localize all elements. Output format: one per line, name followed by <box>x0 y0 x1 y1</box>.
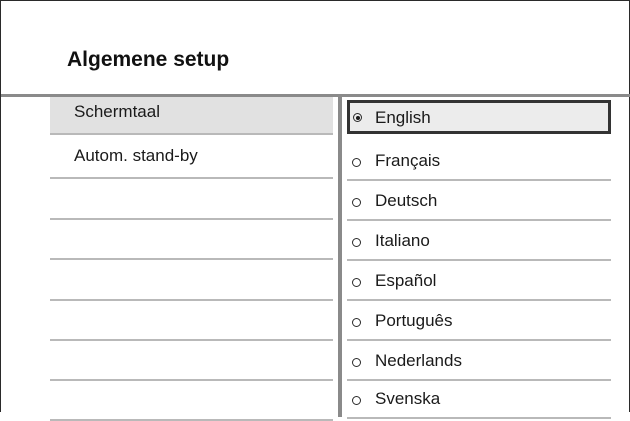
language-option-label: English <box>375 108 431 127</box>
radio-unchecked-icon <box>352 358 361 367</box>
page-title: Algemene setup <box>67 48 230 71</box>
radio-unchecked-icon <box>352 318 361 327</box>
language-option-label: Français <box>375 151 441 170</box>
radio-unchecked-icon <box>352 198 361 207</box>
language-option-label: Nederlands <box>375 351 462 370</box>
language-option-nederlands[interactable]: Nederlands <box>347 341 611 381</box>
menu-item-empty <box>50 303 333 341</box>
language-option-deutsch[interactable]: Deutsch <box>347 181 611 221</box>
language-option-english[interactable]: English <box>347 100 611 134</box>
language-option-label: Português <box>375 311 453 330</box>
radio-unchecked-icon <box>352 396 361 405</box>
menu-item-empty <box>50 222 333 260</box>
column-divider <box>338 97 342 417</box>
menu-item-empty <box>50 383 333 421</box>
language-option-svenska[interactable]: Svenska <box>347 379 611 419</box>
menu-item-empty <box>50 182 333 220</box>
menu-item-autom-stand-by[interactable]: Autom. stand-by <box>50 141 333 179</box>
menu-item-schermtaal[interactable]: Schermtaal <box>50 97 333 135</box>
radio-unchecked-icon <box>352 158 361 167</box>
menu-item-label: Autom. stand-by <box>74 146 198 165</box>
setup-screen: Algemene setup Schermtaal Autom. stand-b… <box>0 0 630 421</box>
menu-item-label: Schermtaal <box>74 102 160 121</box>
menu-item-empty <box>50 343 333 381</box>
language-option-label: Svenska <box>375 389 441 408</box>
language-option-label: Español <box>375 271 437 290</box>
menu-item-empty <box>50 263 333 301</box>
language-option-espanol[interactable]: Español <box>347 261 611 301</box>
language-option-francais[interactable]: Français <box>347 141 611 181</box>
radio-unchecked-icon <box>352 278 361 287</box>
radio-checked-icon <box>353 113 362 122</box>
language-option-portugues[interactable]: Português <box>347 301 611 341</box>
language-option-label: Italiano <box>375 231 430 250</box>
radio-unchecked-icon <box>352 238 361 247</box>
language-option-label: Deutsch <box>375 191 438 210</box>
language-option-italiano[interactable]: Italiano <box>347 221 611 261</box>
